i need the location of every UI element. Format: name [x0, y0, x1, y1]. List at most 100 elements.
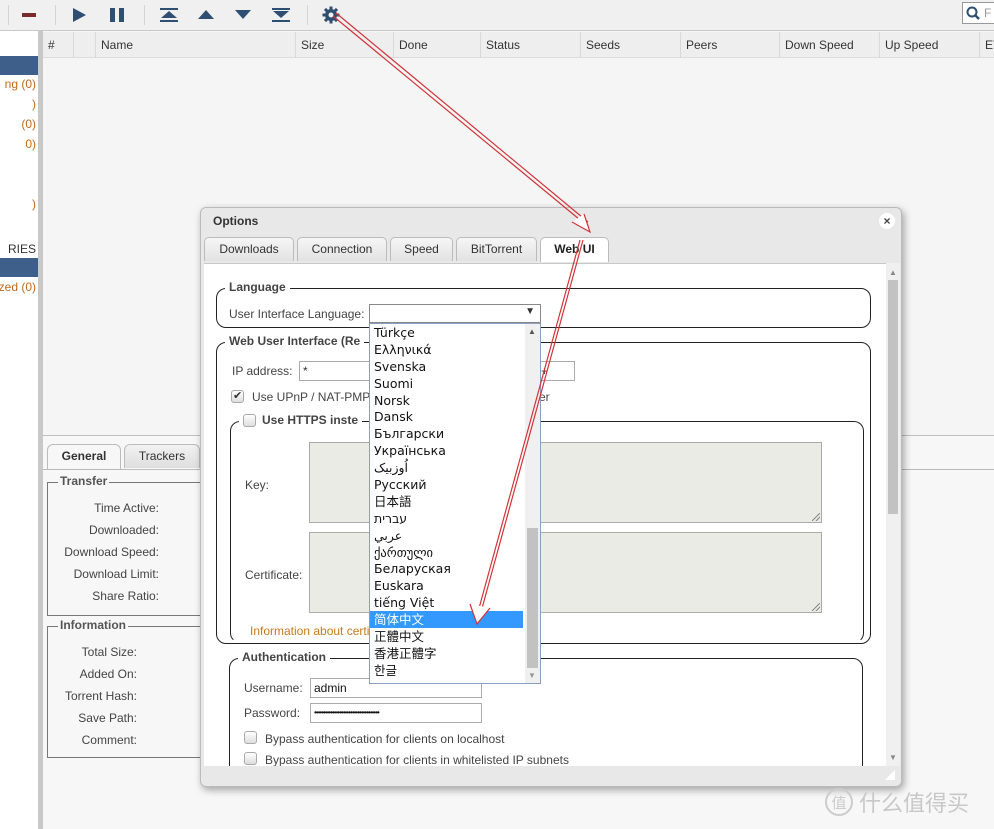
sidebar-item-resumed[interactable]: 0) [25, 137, 36, 151]
sidebar-item-downloading[interactable]: ng (0) [5, 77, 36, 91]
sidebar-item-seeding[interactable]: ) [32, 97, 36, 111]
sidebar-item-uncategorized[interactable]: zed (0) [0, 280, 36, 294]
port-input[interactable]: + [537, 361, 575, 381]
column-header-done[interactable]: Done [393, 32, 480, 58]
language-option[interactable]: 日本語 [370, 493, 540, 510]
language-options: Türkçe Ελληνικά Svenska Suomi Norsk Dansk Бълг… [370, 324, 540, 679]
language-option[interactable]: 香港正體字 [370, 645, 540, 662]
column-header-up-speed[interactable]: Up Speed [879, 32, 979, 58]
bottom-icon [272, 8, 290, 22]
search-input[interactable]: F [962, 2, 994, 24]
authentication-legend: Authentication [238, 650, 330, 664]
language-option[interactable]: Русский [370, 476, 540, 493]
tab-bittorrent[interactable]: BitTorrent [456, 237, 537, 261]
play-icon [73, 8, 86, 22]
language-option[interactable]: Ελληνικά [370, 341, 540, 358]
resize-grip-icon[interactable] [812, 513, 820, 521]
column-header-priority[interactable] [73, 32, 95, 58]
information-legend: Information [58, 618, 128, 632]
language-option[interactable]: 正體中文 [370, 628, 540, 645]
save-path-label: Save Path: [78, 711, 137, 725]
dropdown-scrollbar[interactable]: ▲ ▼ [525, 324, 540, 683]
language-option[interactable]: Svenska [370, 358, 540, 375]
total-size-label: Total Size: [81, 645, 137, 659]
bypass-whitelist-label: Bypass authentication for clients in whi… [265, 753, 569, 766]
resize-grip-icon[interactable] [812, 603, 820, 611]
tab-downloads[interactable]: Downloads [204, 237, 294, 261]
language-option[interactable]: 한글 [370, 662, 540, 679]
language-option[interactable]: Dansk [370, 408, 540, 425]
move-down-button[interactable] [231, 4, 255, 26]
scroll-up-icon[interactable]: ▲ [889, 268, 897, 277]
language-option[interactable]: 简体中文 [370, 611, 523, 629]
language-dropdown-list[interactable]: Türkçe Ελληνικά Svenska Suomi Norsk Dansk Бълг… [369, 323, 541, 684]
search-placeholder: F [984, 6, 992, 20]
language-option[interactable]: Norsk [370, 392, 540, 409]
language-option[interactable]: عربي [370, 527, 540, 544]
language-option[interactable]: Euskara [370, 577, 540, 594]
download-limit-label: Download Limit: [73, 567, 159, 581]
column-header-name[interactable]: Name [95, 32, 295, 58]
dialog-scrollbar[interactable]: ▲ ▼ [886, 263, 900, 766]
column-header-down-speed[interactable]: Down Speed [779, 32, 879, 58]
sidebar-item-completed[interactable]: (0) [21, 117, 36, 131]
scroll-down-icon[interactable]: ▼ [889, 753, 897, 762]
toolbar: F [0, 0, 994, 31]
language-option[interactable]: tiếng Việt [370, 594, 540, 611]
up-icon [198, 10, 214, 19]
column-header-seeds[interactable]: Seeds [580, 32, 680, 58]
language-option[interactable]: Беларуская [370, 560, 540, 577]
bypass-localhost-checkbox[interactable] [244, 731, 257, 744]
tab-webui[interactable]: Web UI [540, 237, 609, 262]
dialog-title: Options [213, 214, 259, 228]
column-header-size[interactable]: Size [295, 32, 393, 58]
toolbar-separator [307, 5, 308, 25]
tab-connection[interactable]: Connection [297, 237, 387, 261]
language-option[interactable]: Українська [370, 442, 540, 459]
sidebar-item-errored[interactable]: ) [32, 197, 36, 211]
close-button[interactable]: × [879, 213, 895, 229]
filter-sidebar: ng (0) ) (0) 0) ) RIES zed (0) [0, 31, 38, 829]
ui-language-select[interactable]: ▼ [369, 304, 541, 323]
chevron-down-icon: ▼ [525, 306, 535, 317]
sidebar-selected-status[interactable] [0, 56, 38, 75]
tab-speed[interactable]: Speed [390, 237, 453, 261]
scrollbar-thumb[interactable] [888, 280, 898, 514]
move-up-button[interactable] [194, 4, 218, 26]
certificate-label: Certificate: [245, 568, 303, 582]
language-option[interactable]: Türkçe [370, 324, 540, 341]
down-icon [235, 10, 251, 19]
move-top-button[interactable] [157, 4, 181, 26]
column-header-peers[interactable]: Peers [680, 32, 779, 58]
scroll-up-icon[interactable]: ▲ [528, 327, 536, 336]
pause-button[interactable] [105, 4, 129, 26]
language-option[interactable]: Suomi [370, 375, 540, 392]
column-header-eta[interactable]: ET [979, 32, 994, 58]
column-header-number[interactable]: # [43, 32, 73, 58]
ip-address-input[interactable]: * [299, 361, 379, 381]
upnp-checkbox[interactable] [231, 389, 244, 403]
language-option[interactable]: ქართული [370, 544, 540, 561]
authentication-section: Authentication Username: admin Password:… [229, 650, 863, 766]
move-bottom-button[interactable] [269, 4, 293, 26]
language-option[interactable]: עברית [370, 510, 540, 527]
password-input[interactable]: •••••••••••••••••••••••••••••••••••• [310, 703, 482, 723]
time-active-label: Time Active: [94, 501, 159, 515]
language-option[interactable]: اُوزبیک [370, 459, 540, 476]
dropdown-scrollbar-thumb[interactable] [527, 528, 538, 668]
dialog-resize-handle[interactable] [885, 770, 895, 780]
tab-general[interactable]: General [47, 444, 121, 469]
language-option[interactable]: Български [370, 425, 540, 442]
https-checkbox[interactable] [243, 413, 256, 427]
column-header-status[interactable]: Status [480, 32, 580, 58]
gear-icon [322, 6, 340, 24]
options-button[interactable] [319, 4, 343, 26]
tab-trackers[interactable]: Trackers [124, 444, 200, 468]
scroll-down-icon[interactable]: ▼ [528, 671, 536, 680]
certificate-info-link[interactable]: Information about certi [250, 624, 369, 638]
resume-button[interactable] [67, 4, 91, 26]
bypass-whitelist-checkbox[interactable] [244, 752, 257, 765]
webui-legend: Web User Interface (Re [225, 334, 365, 348]
remove-button[interactable] [17, 4, 41, 26]
sidebar-selected-category[interactable] [0, 258, 38, 277]
